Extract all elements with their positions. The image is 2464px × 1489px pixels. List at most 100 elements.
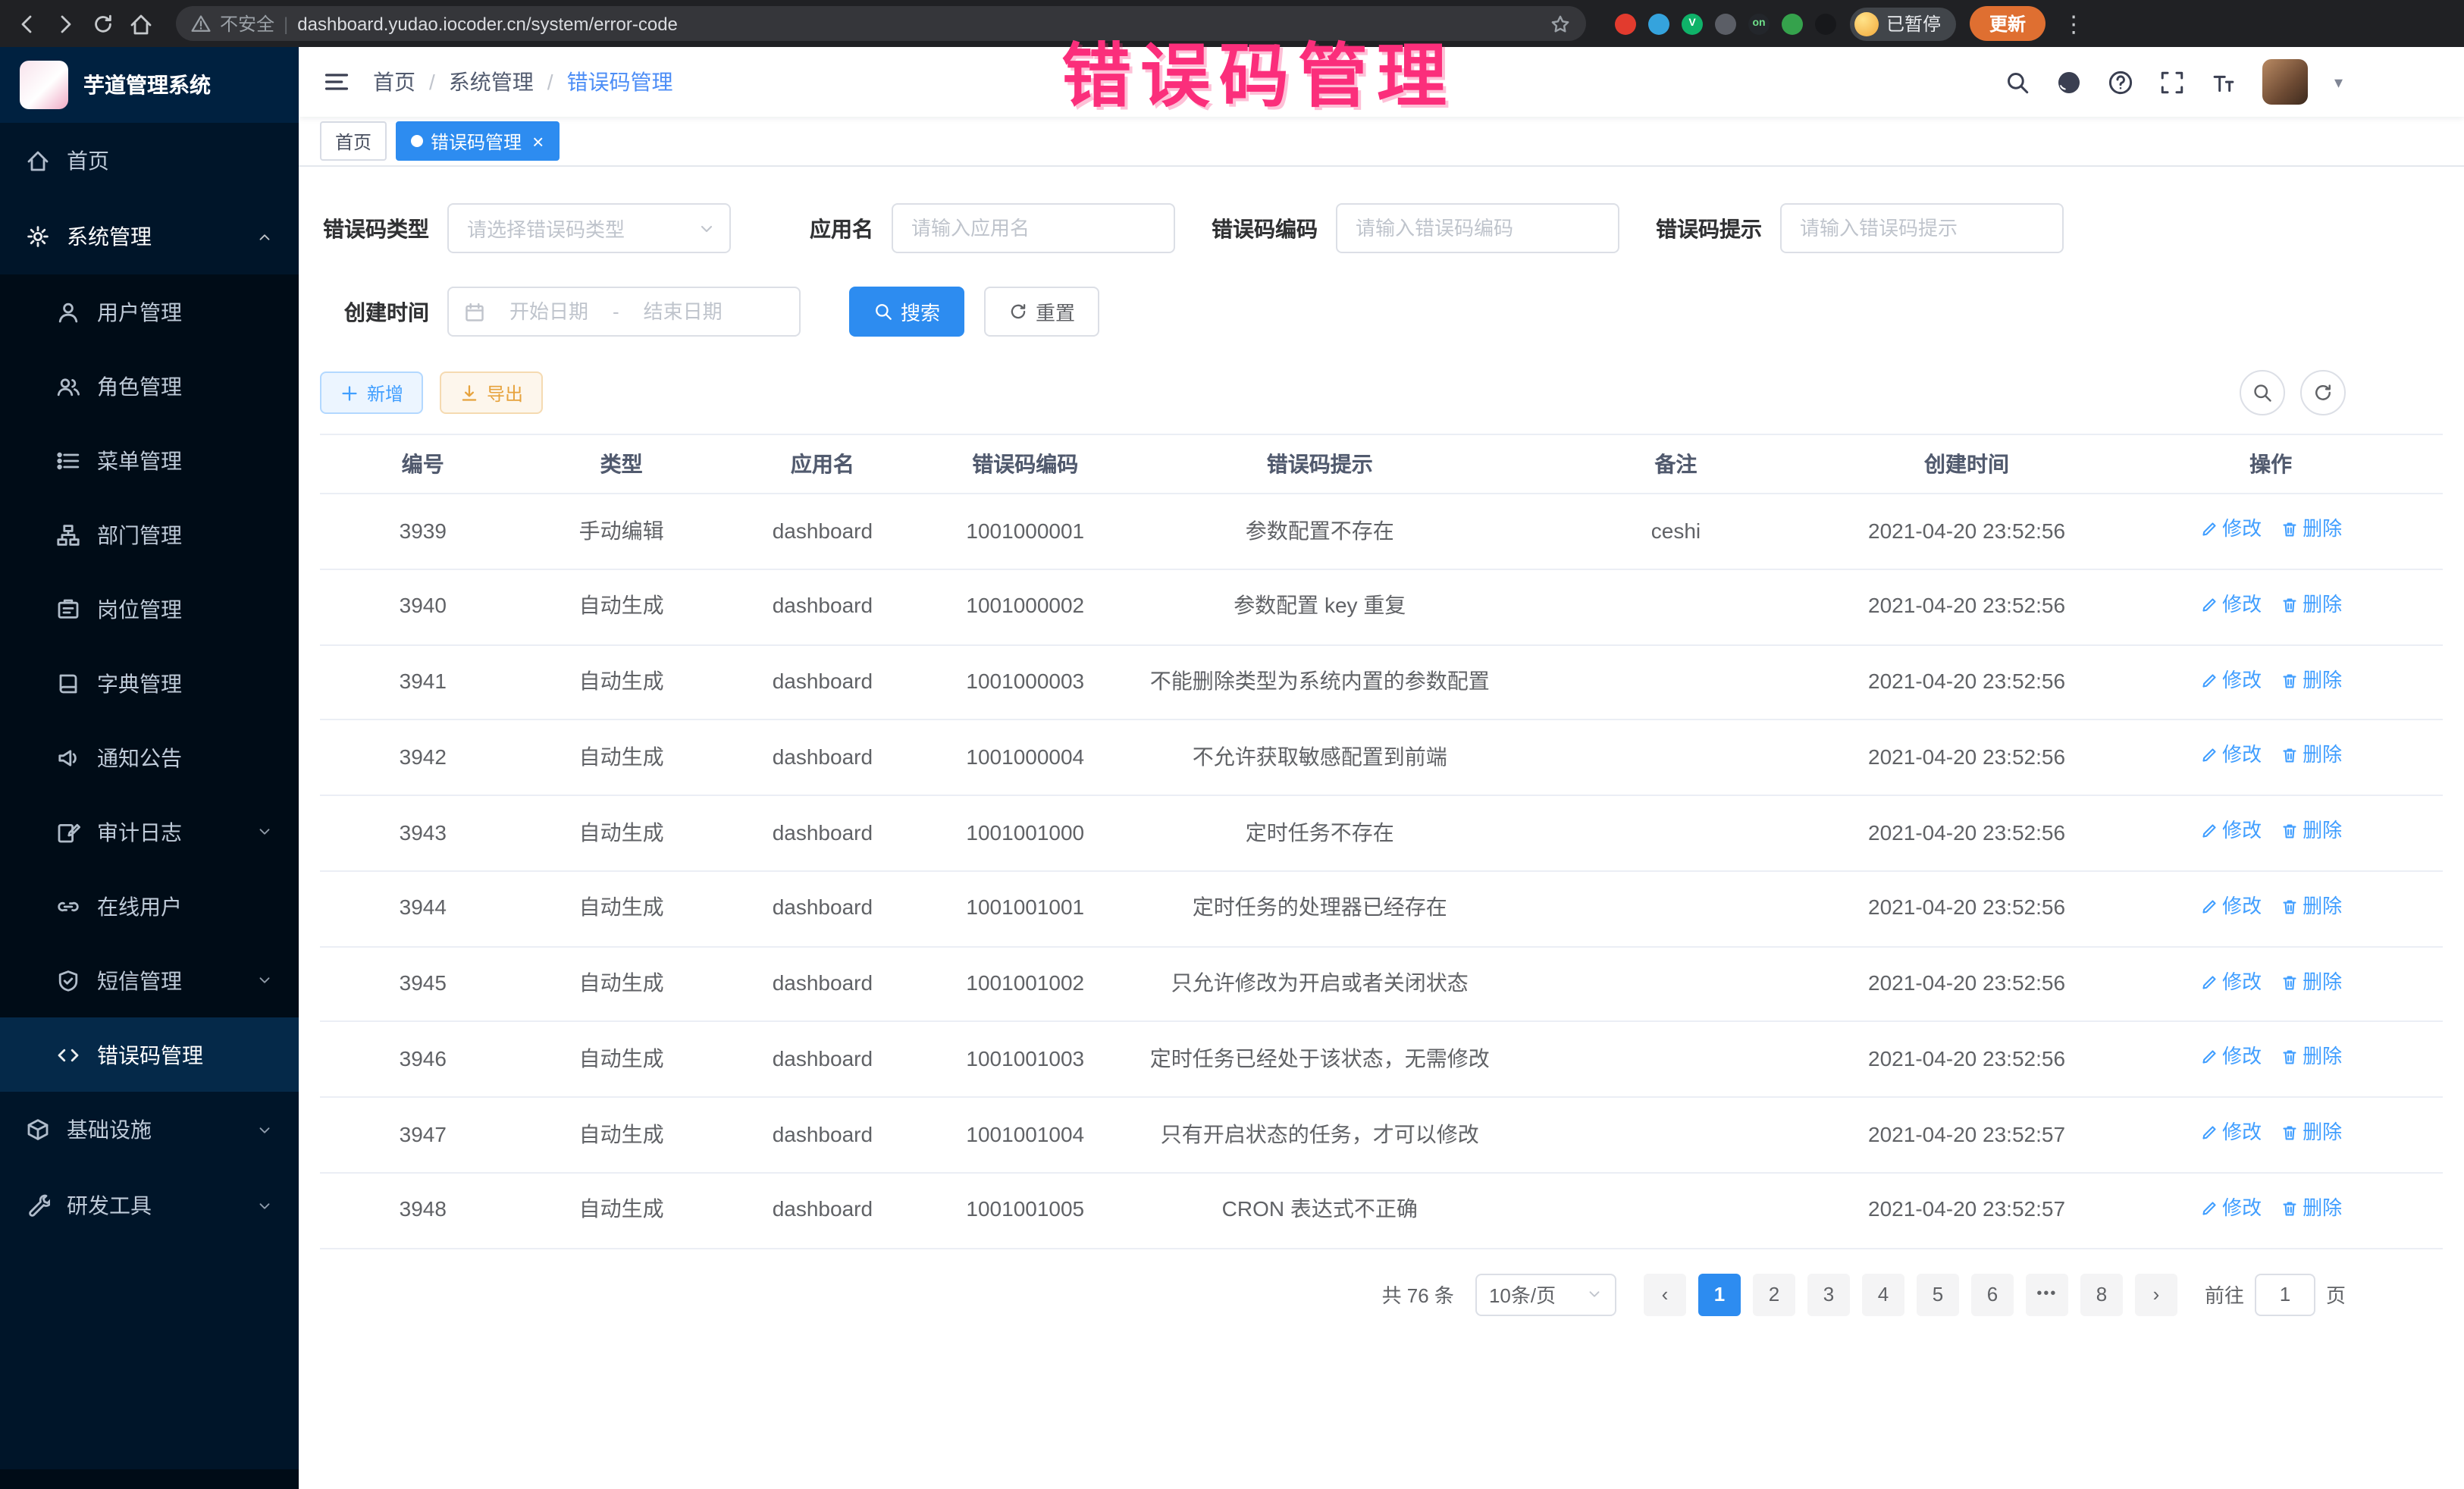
next-page-button[interactable]: › bbox=[2135, 1273, 2177, 1315]
prev-page-button[interactable]: ‹ bbox=[1644, 1273, 1686, 1315]
extension-blue-drop-icon[interactable] bbox=[1648, 13, 1669, 34]
extension-green-v-icon[interactable]: V bbox=[1682, 13, 1703, 34]
search-icon[interactable] bbox=[2005, 69, 2031, 95]
edit-link[interactable]: 修改 bbox=[2199, 1118, 2262, 1148]
error-hint-input[interactable] bbox=[1780, 203, 2064, 253]
forward-icon[interactable] bbox=[53, 11, 77, 36]
sidebar-item-dev-tools[interactable]: 研发工具 bbox=[0, 1168, 299, 1243]
browser-home-icon[interactable] bbox=[129, 11, 153, 36]
page-button[interactable]: 5 bbox=[1917, 1273, 1959, 1315]
edit-link[interactable]: 修改 bbox=[2199, 665, 2262, 695]
browser-menu-icon[interactable]: ⋮ bbox=[2059, 10, 2088, 37]
update-button[interactable]: 更新 bbox=[1970, 6, 2045, 41]
error-type-select[interactable]: 请选择错误码类型 bbox=[447, 203, 731, 253]
start-date-input[interactable] bbox=[494, 300, 603, 323]
sidebar-item-audit-log[interactable]: 审计日志 bbox=[0, 795, 299, 869]
sidebar-item-sms[interactable]: 短信管理 bbox=[0, 943, 299, 1017]
edit-link[interactable]: 修改 bbox=[2199, 741, 2262, 771]
sidebar-item-system[interactable]: 系统管理 bbox=[0, 199, 299, 274]
edit-link[interactable]: 修改 bbox=[2199, 1042, 2262, 1073]
delete-link[interactable]: 删除 bbox=[2280, 816, 2342, 846]
page-button[interactable]: 2 bbox=[1753, 1273, 1795, 1315]
github-icon[interactable] bbox=[2057, 69, 2083, 95]
page-tab[interactable]: 首页 bbox=[320, 121, 387, 161]
edit-link[interactable]: 修改 bbox=[2199, 514, 2262, 544]
user-avatar[interactable] bbox=[2263, 59, 2309, 105]
date-range-picker[interactable]: - bbox=[447, 287, 801, 337]
chevron-down-icon[interactable]: ▾ bbox=[2334, 72, 2343, 92]
bookmark-star-icon[interactable] bbox=[1550, 13, 1571, 34]
page-button[interactable]: 4 bbox=[1862, 1273, 1904, 1315]
toggle-search-button[interactable] bbox=[2240, 370, 2285, 415]
goto-page-input[interactable] bbox=[2255, 1273, 2315, 1315]
delete-link[interactable]: 删除 bbox=[2280, 665, 2342, 695]
sidebar-item-home[interactable]: 首页 bbox=[0, 123, 299, 199]
delete-link[interactable]: 删除 bbox=[2280, 892, 2342, 922]
search-button[interactable]: 搜索 bbox=[849, 287, 964, 337]
delete-link[interactable]: 删除 bbox=[2280, 514, 2342, 544]
extension-palette-icon[interactable] bbox=[1715, 13, 1736, 34]
edit-link[interactable]: 修改 bbox=[2199, 590, 2262, 620]
delete-link[interactable]: 删除 bbox=[2280, 590, 2342, 620]
sidebar-item-user[interactable]: 用户管理 bbox=[0, 274, 299, 349]
error-code-input[interactable] bbox=[1336, 203, 1619, 253]
sidebar-item-infra[interactable]: 基础设施 bbox=[0, 1092, 299, 1168]
breadcrumb-item[interactable]: 系统管理 bbox=[449, 67, 534, 97]
trash-icon bbox=[2280, 1124, 2298, 1142]
extension-pin-icon[interactable] bbox=[1815, 13, 1836, 34]
sidebar-item-post[interactable]: 岗位管理 bbox=[0, 572, 299, 646]
app-name-input[interactable] bbox=[892, 203, 1175, 253]
add-button[interactable]: 新增 bbox=[320, 371, 423, 414]
error-type-placeholder: 请选择错误码类型 bbox=[467, 214, 625, 243]
close-tab-icon[interactable]: × bbox=[532, 131, 544, 151]
extension-leaf-icon[interactable] bbox=[1782, 13, 1803, 34]
cell-operations: 修改删除 bbox=[2099, 644, 2443, 720]
sidebar-item-online-user[interactable]: 在线用户 bbox=[0, 869, 299, 943]
collapse-sidebar-icon[interactable] bbox=[323, 68, 350, 96]
extension-on-badge-icon[interactable]: on bbox=[1748, 13, 1770, 34]
back-icon[interactable] bbox=[15, 11, 39, 36]
url-bar[interactable]: 不安全 | dashboard.yudao.iocoder.cn/system/… bbox=[176, 6, 1586, 41]
reset-button[interactable]: 重置 bbox=[984, 287, 1099, 337]
sidebar-item-menu[interactable]: 菜单管理 bbox=[0, 423, 299, 497]
delete-link[interactable]: 删除 bbox=[2280, 967, 2342, 997]
fullscreen-icon[interactable] bbox=[2160, 69, 2186, 95]
sidebar-item-dict[interactable]: 字典管理 bbox=[0, 646, 299, 720]
sidebar-item-error-code[interactable]: 错误码管理 bbox=[0, 1017, 299, 1092]
edit-link[interactable]: 修改 bbox=[2199, 1193, 2262, 1224]
page-button[interactable]: 1 bbox=[1698, 1273, 1741, 1315]
page-button[interactable]: 8 bbox=[2080, 1273, 2123, 1315]
page-button[interactable]: 3 bbox=[1807, 1273, 1850, 1315]
help-icon[interactable] bbox=[2108, 69, 2134, 95]
reload-icon[interactable] bbox=[91, 11, 115, 36]
page-button[interactable]: 6 bbox=[1971, 1273, 2014, 1315]
sidebar-item-notice[interactable]: 通知公告 bbox=[0, 720, 299, 795]
page-more-button[interactable]: ••• bbox=[2026, 1273, 2068, 1315]
page-tab[interactable]: 错误码管理× bbox=[396, 121, 559, 161]
app-logo-area[interactable]: 芋道管理系统 bbox=[0, 47, 299, 123]
cell-id: 3946 bbox=[320, 1022, 526, 1098]
edit-link[interactable]: 修改 bbox=[2199, 967, 2262, 997]
trash-icon bbox=[2280, 1199, 2298, 1218]
sidebar-item-role[interactable]: 角色管理 bbox=[0, 349, 299, 423]
export-button[interactable]: 导出 bbox=[440, 371, 543, 414]
page-size-select[interactable]: 10条/页 bbox=[1475, 1273, 1616, 1315]
delete-link[interactable]: 删除 bbox=[2280, 1042, 2342, 1073]
extension-red-icon[interactable] bbox=[1615, 13, 1636, 34]
breadcrumb-item[interactable]: 首页 bbox=[373, 67, 415, 97]
end-date-input[interactable] bbox=[629, 300, 738, 323]
edit-link[interactable]: 修改 bbox=[2199, 892, 2262, 922]
refresh-icon bbox=[1008, 302, 1028, 321]
megaphone-icon bbox=[56, 745, 80, 770]
refresh-table-button[interactable] bbox=[2300, 370, 2346, 415]
sidebar-collapse-bar[interactable] bbox=[0, 1469, 299, 1489]
edit-link[interactable]: 修改 bbox=[2199, 816, 2262, 846]
font-size-icon[interactable] bbox=[2212, 69, 2237, 95]
plus-icon bbox=[340, 383, 359, 403]
delete-link[interactable]: 删除 bbox=[2280, 1193, 2342, 1224]
delete-link[interactable]: 删除 bbox=[2280, 741, 2342, 771]
delete-link[interactable]: 删除 bbox=[2280, 1118, 2342, 1148]
sidebar-item-dept[interactable]: 部门管理 bbox=[0, 497, 299, 572]
column-header: 错误码编码 bbox=[928, 434, 1122, 494]
profile-paused-badge[interactable]: 已暂停 bbox=[1850, 7, 1956, 40]
